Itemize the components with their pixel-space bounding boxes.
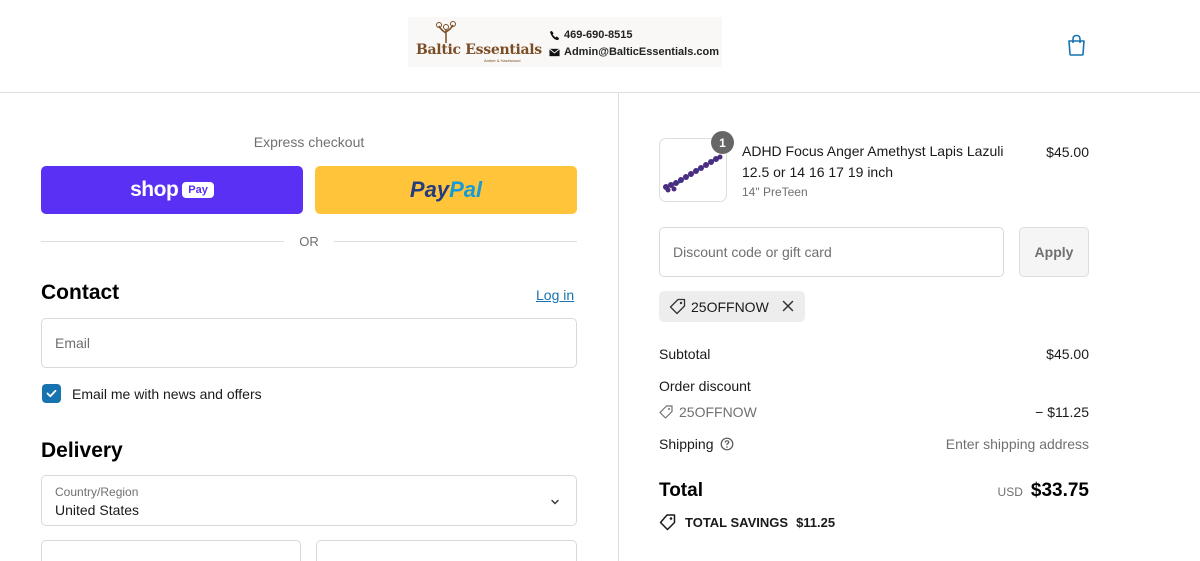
- product-price: $45.00: [1046, 144, 1089, 160]
- email-field[interactable]: [41, 318, 577, 368]
- quantity-badge: 1: [711, 131, 734, 154]
- discount-code-field[interactable]: [659, 227, 1004, 277]
- newsletter-label: Email me with news and offers: [72, 386, 262, 402]
- column-divider: [618, 93, 619, 561]
- newsletter-checkbox[interactable]: [42, 384, 61, 403]
- discount-value: − $11.25: [1035, 404, 1089, 420]
- shop-pay-pill: Pay: [182, 182, 214, 198]
- total-amount: USD $33.75: [889, 480, 1089, 502]
- delivery-heading: Delivery: [41, 439, 123, 462]
- shipping-row: Shipping: [659, 436, 734, 452]
- total-currency: USD: [997, 485, 1023, 499]
- help-circle-icon[interactable]: [720, 437, 734, 451]
- logo-subtext: Amber & Hazelwood: [484, 58, 521, 63]
- applied-discount-chip: 25OFFNOW: [659, 291, 805, 322]
- shipping-value: Enter shipping address: [945, 436, 1089, 452]
- shipping-label: Shipping: [659, 436, 714, 452]
- total-savings-label: TOTAL SAVINGS: [685, 514, 789, 530]
- express-checkout-label: Express checkout: [253, 134, 365, 150]
- contact-heading: Contact: [41, 281, 120, 304]
- shop-pay-button[interactable]: shop Pay: [41, 166, 303, 214]
- header-contact-info: 469-690-8515 Admin@BalticEssentials.com: [549, 27, 719, 61]
- login-link[interactable]: Log in: [536, 287, 574, 303]
- email-address: Admin@BalticEssentials.com: [564, 46, 719, 58]
- or-divider-right: [334, 241, 577, 242]
- total-savings-value: $11.25: [796, 514, 836, 530]
- total-label: Total: [659, 480, 703, 501]
- total-savings-row: TOTAL SAVINGS $11.25: [659, 513, 835, 531]
- or-divider-text: OR: [299, 234, 319, 249]
- total-value: $33.75: [1030, 480, 1089, 501]
- product-title: ADHD Focus Anger Amethyst Lapis Lazuli 1…: [742, 143, 1004, 180]
- subtotal-value: $45.00: [1046, 346, 1089, 362]
- discount-code-row: 25OFFNOW: [659, 404, 757, 420]
- apply-discount-button[interactable]: Apply: [1019, 227, 1089, 277]
- product-variant: 14" PreTeen: [742, 185, 808, 199]
- country-select-label: Country/Region: [55, 485, 139, 499]
- checkmark-icon: [46, 389, 57, 398]
- logo-text: Baltic Essentials: [416, 42, 542, 58]
- country-select-value: United States: [55, 502, 140, 518]
- first-name-field[interactable]: [41, 540, 301, 561]
- tag-icon: [659, 405, 673, 419]
- paypal-button[interactable]: Pay Pal: [315, 166, 577, 214]
- necklace-image: [663, 154, 723, 193]
- discount-code-text: 25OFFNOW: [679, 404, 757, 420]
- shopping-bag-icon[interactable]: [1066, 34, 1087, 56]
- mail-icon: [549, 48, 560, 57]
- header-branding: Baltic Essentials Amber & Hazelwood 469-…: [408, 17, 722, 67]
- last-name-field[interactable]: [316, 540, 577, 561]
- shop-pay-wordmark: shop: [130, 178, 179, 201]
- or-divider-left: [41, 241, 284, 242]
- savings-tag-icon: [659, 514, 676, 531]
- last-name-input[interactable]: [317, 541, 576, 561]
- paypal-wordmark-pay: Pay: [409, 177, 450, 202]
- tag-icon: [669, 298, 686, 315]
- phone-icon: [549, 30, 560, 41]
- order-discount-label: Order discount: [659, 378, 751, 394]
- country-select[interactable]: Country/Region United States: [41, 475, 577, 526]
- tree-logo-icon: [436, 21, 456, 43]
- phone-row: 469-690-8515: [549, 27, 719, 44]
- applied-discount-code: 25OFFNOW: [691, 298, 769, 315]
- chevron-down-icon: [551, 499, 559, 505]
- remove-discount-icon[interactable]: [781, 299, 795, 313]
- email-input[interactable]: [42, 319, 576, 367]
- paypal-wordmark-pal: Pal: [449, 177, 483, 202]
- discount-code-input[interactable]: [660, 228, 1003, 276]
- site-header: Baltic Essentials Amber & Hazelwood 469-…: [0, 0, 1200, 93]
- email-row: Admin@BalticEssentials.com: [549, 44, 719, 61]
- phone-number: 469-690-8515: [564, 29, 633, 41]
- subtotal-label: Subtotal: [659, 346, 711, 362]
- store-logo[interactable]: Baltic Essentials Amber & Hazelwood: [416, 21, 542, 63]
- first-name-input[interactable]: [42, 541, 300, 561]
